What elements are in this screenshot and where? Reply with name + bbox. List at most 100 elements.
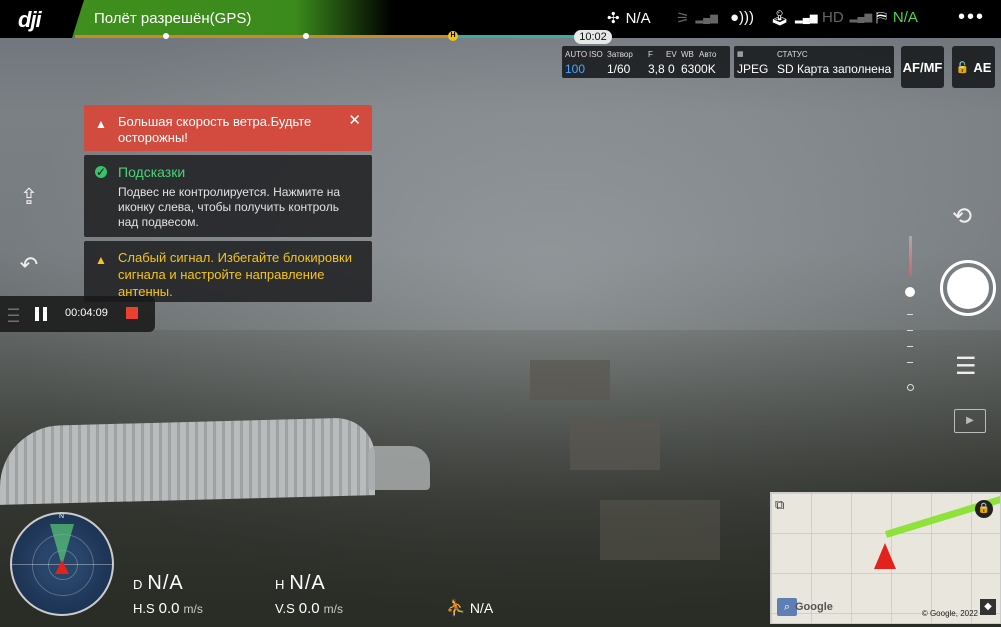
- stop-icon[interactable]: [126, 307, 138, 319]
- hs-unit: m/s: [183, 602, 203, 616]
- h-label: H: [275, 577, 286, 592]
- hs-value: 0.0: [158, 600, 180, 617]
- vision-value: N/A: [892, 9, 918, 26]
- shutter-label: Затвор: [607, 50, 633, 59]
- f-value: 3,8: [648, 62, 665, 76]
- ev-label: EV: [666, 50, 677, 59]
- shutter-value: 1/60: [607, 62, 631, 76]
- drone-icon: ✣: [607, 10, 620, 27]
- hangar-debris: [368, 446, 430, 490]
- horizontal-speed: H.S 0.0 m/s: [133, 600, 203, 617]
- rc-signal-icon[interactable]: 🕹 ▂▄▆: [770, 9, 818, 27]
- zoom-handle[interactable]: [905, 287, 915, 297]
- satellite-icon[interactable]: ⚞ ▂▄▆: [676, 9, 718, 27]
- vision-status[interactable]: ⛿ N/A: [876, 9, 918, 26]
- zoom-tick: [907, 330, 913, 331]
- zoom-tick: [907, 362, 913, 363]
- drone-value: N/A: [625, 9, 651, 27]
- top-bar: dji Полёт разрешён(GPS) ✣ N/A ⚞ ▂▄▆ ●))) …: [0, 0, 1001, 38]
- vertical-speed: V.S 0.0 m/s: [275, 600, 343, 617]
- zoom-min-icon: [907, 384, 914, 391]
- hint-body: Подвес не контролируется. Нажмите на ико…: [118, 185, 341, 229]
- pause-icon[interactable]: [35, 307, 47, 321]
- google-logo: Google: [795, 601, 833, 613]
- hint-title: Подсказки: [118, 164, 186, 180]
- map-expand-icon[interactable]: ⧉: [775, 497, 784, 513]
- lock-icon: 🔓: [955, 61, 970, 74]
- vs-unit: m/s: [323, 602, 343, 616]
- pilot-icon: ⛹: [446, 600, 466, 617]
- settings-sliders-icon[interactable]: ☰: [955, 352, 977, 381]
- f-label: F: [648, 50, 653, 59]
- storage-panel[interactable]: ▦ СТАТУС JPEG SD Карта заполнена: [734, 46, 894, 78]
- format-value: JPEG: [737, 62, 769, 76]
- ae-label: AE: [973, 59, 992, 75]
- flight-status[interactable]: Полёт разрешён(GPS): [94, 10, 251, 27]
- ruins: [570, 420, 660, 470]
- map-search-icon[interactable]: ⌕: [777, 598, 797, 616]
- shutter-button[interactable]: [940, 260, 996, 316]
- zoom-tick: [907, 346, 913, 347]
- timeline-marker: [163, 33, 169, 39]
- ruins: [530, 360, 610, 400]
- more-icon[interactable]: •••: [958, 6, 985, 29]
- return-home-icon[interactable]: ↶: [14, 252, 44, 282]
- auto-label: AUTO: [565, 50, 588, 59]
- aircraft-icon: [55, 560, 69, 574]
- map-copyright: © Google, 2022: [921, 609, 978, 618]
- camera-switch-icon[interactable]: ⟲: [952, 202, 972, 231]
- d-label: D: [133, 577, 144, 592]
- wb-mode-label: Авто: [699, 50, 717, 59]
- attitude-radar[interactable]: N: [10, 512, 114, 616]
- recording-time: 00:04:09: [65, 307, 108, 319]
- clock: 10:02: [574, 30, 612, 44]
- hd-signal-icon[interactable]: HD ▂▄▆: [822, 9, 872, 26]
- hs-label: H.S: [133, 601, 155, 616]
- check-icon: ✓: [95, 165, 107, 179]
- close-icon[interactable]: ✕: [348, 113, 361, 129]
- status-value: SD Карта заполнена: [777, 62, 892, 76]
- warning-icon: ▲: [95, 117, 107, 131]
- iso-value: 100: [565, 62, 586, 76]
- menu-lines-icon[interactable]: — — —: [8, 304, 19, 327]
- flight-timeline: H: [75, 31, 605, 41]
- dji-logo[interactable]: dji: [18, 7, 42, 33]
- aircraft-arrow-icon: [874, 543, 896, 569]
- height-readout: H N/A: [275, 572, 326, 595]
- sd-card-icon: ▦: [737, 51, 744, 58]
- takeoff-icon[interactable]: ⇪: [14, 184, 44, 214]
- playback-icon[interactable]: ▶: [954, 409, 986, 433]
- map-layers-icon[interactable]: ◆: [980, 599, 996, 615]
- zoom-tick: [907, 314, 913, 315]
- warning-icon: ▲: [95, 253, 107, 267]
- rc-distance: ⛹ N/A: [446, 598, 493, 618]
- mini-map[interactable]: ⧉ 🔒 ⌕ Google © Google, 2022 ◆: [770, 492, 1001, 624]
- zoom-track[interactable]: [909, 236, 912, 276]
- camera-params-panel[interactable]: AUTO ISO Затвор F EV WB Авто 100 1/60 3,…: [562, 46, 730, 78]
- hint-notification[interactable]: ✓ Подсказки Подвес не контролируется. На…: [84, 155, 372, 237]
- distance-readout: D N/A: [133, 572, 184, 595]
- signal-warning[interactable]: ▲ Слабый сигнал. Избегайте блокировки си…: [84, 241, 372, 302]
- timeline-marker: [303, 33, 309, 39]
- home-point-icon: H: [448, 31, 458, 41]
- ruins: [600, 500, 720, 560]
- rc-value: N/A: [469, 600, 494, 616]
- drone-status[interactable]: ✣ N/A: [607, 9, 651, 28]
- vs-label: V.S: [275, 601, 295, 616]
- vision-icon: ⛿: [876, 9, 887, 26]
- recording-bar: — — — 00:04:09: [0, 296, 155, 332]
- af-mf-button[interactable]: AF/MF: [901, 46, 944, 88]
- ae-lock-button[interactable]: 🔓 AE: [952, 46, 995, 88]
- north-marker: N: [59, 513, 65, 520]
- status-label: СТАТУС: [777, 50, 808, 59]
- map-lock-icon[interactable]: 🔒: [975, 500, 993, 518]
- obstacle-icon[interactable]: ●))): [730, 9, 754, 26]
- wb-label: WB: [681, 50, 694, 59]
- h-value: N/A: [289, 572, 326, 594]
- wb-value: 6300K: [681, 62, 716, 76]
- signal-warning-text: Слабый сигнал. Избегайте блокировки сигн…: [118, 250, 352, 299]
- iso-label: ISO: [589, 50, 603, 59]
- wind-warning[interactable]: ▲ Большая скорость ветра.Будьте осторожн…: [84, 105, 372, 151]
- hangar-roof: [0, 417, 375, 505]
- vs-value: 0.0: [298, 600, 320, 617]
